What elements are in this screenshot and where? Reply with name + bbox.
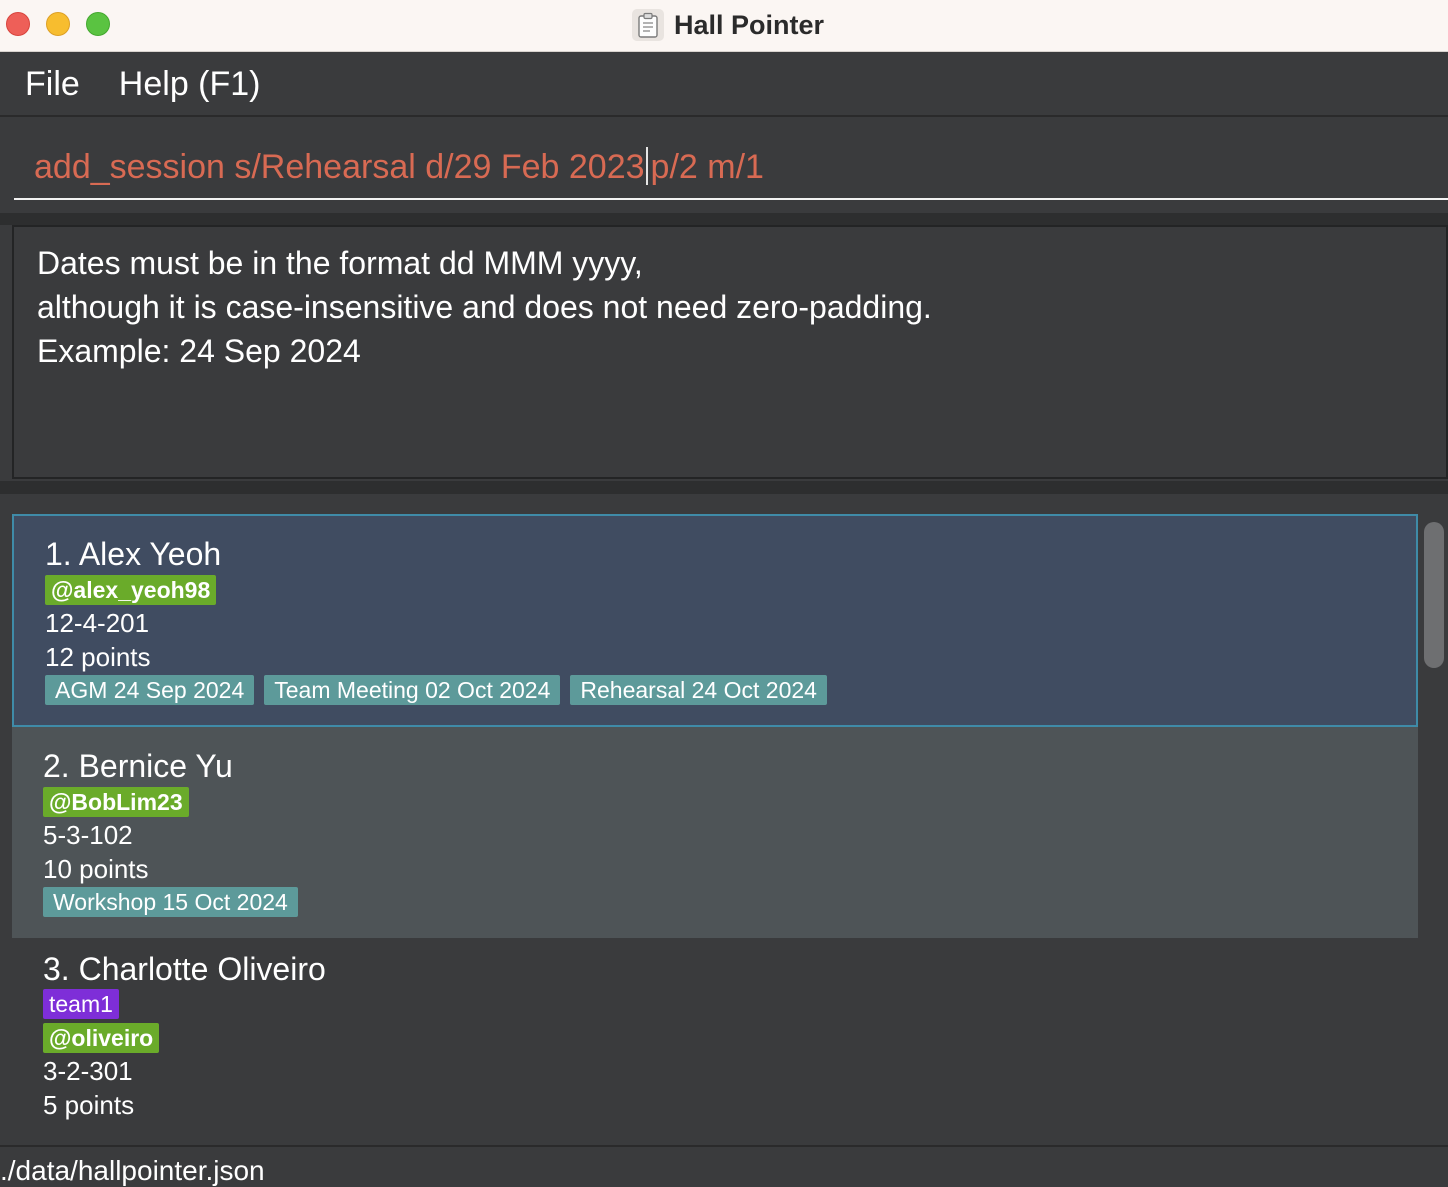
data-file-path: ./data/hallpointer.json	[0, 1155, 265, 1186]
window-title: Hall Pointer	[674, 9, 825, 40]
result-display[interactable]: Dates must be in the format dd MMM yyyy,…	[12, 225, 1448, 479]
session-chip: Rehearsal 24 Oct 2024	[570, 675, 827, 705]
command-input[interactable]: add_session s/Rehearsal d/29 Feb 2023 p/2…	[14, 139, 1448, 200]
list-scrollbar[interactable]	[1424, 522, 1444, 668]
window-title-group: Hall Pointer	[632, 7, 824, 43]
session-chip: Workshop 15 Oct 2024	[43, 887, 298, 917]
clipboard-icon	[632, 9, 664, 41]
menu-file[interactable]: File	[25, 65, 80, 104]
result-line: Dates must be in the format dd MMM yyyy,	[37, 245, 643, 281]
command-box: add_session s/Rehearsal d/29 Feb 2023 p/2…	[0, 119, 1448, 213]
menu-bar: File Help (F1)	[0, 53, 1448, 117]
room-number: 3-2-301	[43, 1056, 133, 1086]
person-card[interactable]: 1. Alex Yeoh @alex_yeoh98 12-4-201 12 po…	[12, 514, 1418, 727]
result-line: although it is case-insensitive and does…	[37, 289, 932, 325]
status-bar: ./data/hallpointer.json	[0, 1145, 1448, 1186]
minimize-window-button[interactable]	[46, 12, 70, 36]
session-chip: Team Meeting 02 Oct 2024	[264, 675, 561, 705]
command-text-before-caret: add_session s/Rehearsal d/29 Feb 2023	[34, 148, 645, 186]
maximize-window-button[interactable]	[86, 12, 110, 36]
room-number: 5-3-102	[43, 820, 133, 850]
session-chip: AGM 24 Sep 2024	[45, 675, 255, 705]
person-card[interactable]: 3. Charlotte Oliveiro team1 @oliveiro 3-…	[12, 938, 1418, 1124]
command-text: add_session s/Rehearsal d/29 Feb 2023 p/2…	[34, 147, 764, 187]
person-name: 2. Bernice Yu	[43, 748, 233, 784]
divider	[0, 481, 1448, 494]
close-window-button[interactable]	[6, 12, 30, 36]
person-name: 1. Alex Yeoh	[45, 536, 222, 572]
divider	[0, 213, 1448, 225]
points: 10 points	[43, 854, 149, 884]
tag-chip: team1	[43, 989, 119, 1019]
telegram-chip: @alex_yeoh98	[45, 575, 217, 605]
points: 12 points	[45, 642, 151, 672]
telegram-chip: @BobLim23	[43, 787, 189, 817]
person-name: 3. Charlotte Oliveiro	[43, 951, 326, 987]
person-card[interactable]: 2. Bernice Yu @BobLim23 5-3-102 10 point…	[12, 727, 1418, 938]
command-text-after-caret: p/2 m/1	[650, 148, 764, 186]
result-line: Example: 24 Sep 2024	[37, 333, 361, 369]
menu-help[interactable]: Help (F1)	[119, 65, 261, 104]
points: 5 points	[43, 1090, 135, 1120]
title-bar: Hall Pointer	[0, 0, 1448, 52]
room-number: 12-4-201	[45, 608, 150, 638]
telegram-chip: @oliveiro	[43, 1023, 160, 1053]
text-caret	[645, 147, 648, 185]
